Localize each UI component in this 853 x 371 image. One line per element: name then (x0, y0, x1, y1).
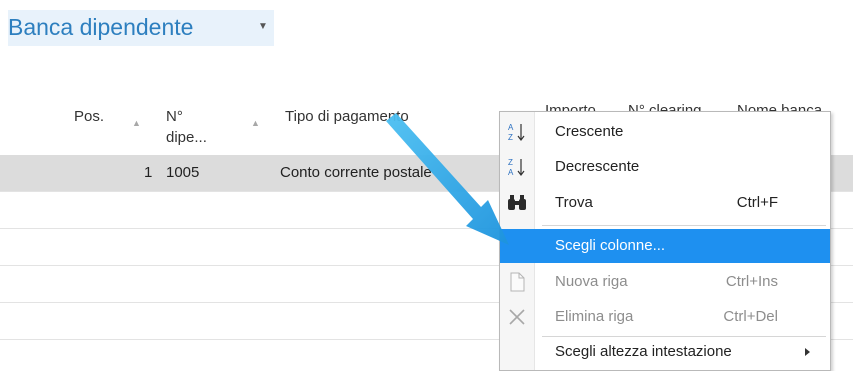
pointer-arrow-icon (386, 113, 509, 245)
